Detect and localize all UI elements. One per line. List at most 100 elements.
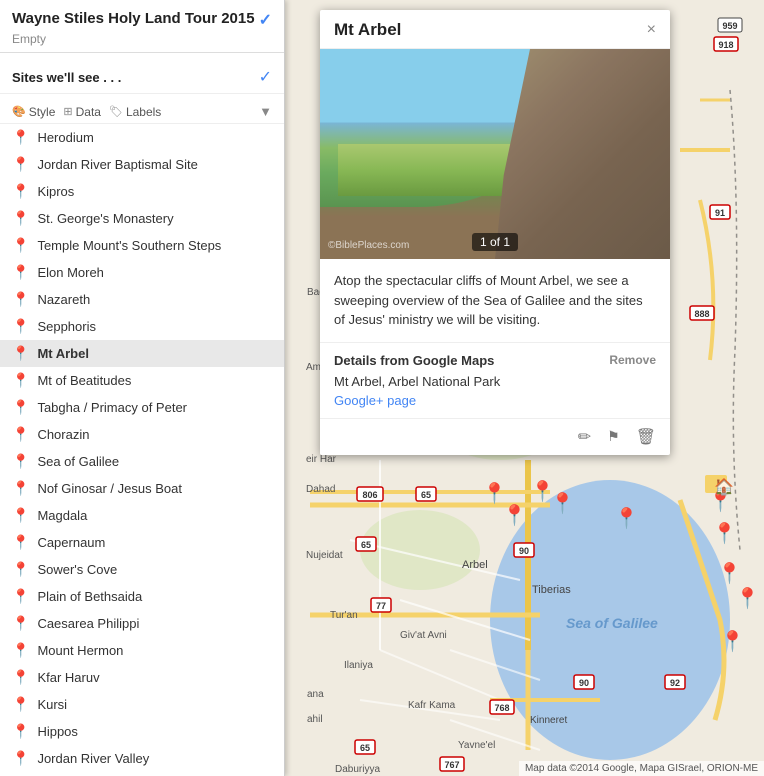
site-name: Mt Arbel [37,346,89,361]
data-control[interactable]: ⊞ Data [63,105,101,119]
site-item[interactable]: 📍Magdala [0,502,284,529]
site-item[interactable]: 📍Capernaum [0,529,284,556]
svg-text:📍: 📍 [550,491,575,515]
site-item[interactable]: 📍Mt Arbel [0,340,284,367]
site-name: Kipros [37,184,74,199]
popup-remove-button[interactable]: Remove [609,353,656,367]
svg-text:90: 90 [519,546,529,556]
site-item[interactable]: 📍 Mount Hermon [0,637,284,664]
pin-icon: 📍 [12,561,29,578]
pin-icon: 📍 [12,264,29,281]
site-item[interactable]: 📍 Nof Ginosar / Jesus Boat [0,475,284,502]
site-name: Sea of Galilee [37,454,119,469]
popup-close-button[interactable]: × [647,22,656,38]
pin-icon: 📍 [12,480,29,497]
popup-details-header: Details from Google Maps Remove [334,353,656,368]
svg-text:959: 959 [722,21,737,31]
labels-control[interactable]: 🏷 Labels [109,105,161,119]
pin-icon: 📍 [12,129,29,146]
site-item[interactable]: 📍Herodium [0,124,284,151]
popup-edit-button[interactable]: ✏ [578,427,591,447]
site-name: Mount Hermon [37,643,123,658]
sites-controls: 🎨 Style ⊞ Data 🏷 Labels ▼ [0,100,284,124]
popup-header: Mt Arbel × [320,10,670,49]
site-item[interactable]: 📍Kursi [0,691,284,718]
site-item[interactable]: 📍Plain of Bethsaida [0,583,284,610]
popup-image [320,49,670,259]
svg-text:ahil: ahil [307,714,323,725]
site-item[interactable]: 📍Nazareth [0,286,284,313]
svg-text:Nujeidat: Nujeidat [306,550,343,561]
svg-text:918: 918 [718,40,733,50]
site-item[interactable]: 📍Chorazin [0,421,284,448]
svg-text:Tur'an: Tur'an [330,610,358,621]
popup-details: Details from Google Maps Remove Mt Arbel… [320,343,670,419]
sites-checkbox[interactable]: ✓ [259,67,272,87]
style-icon: 🎨 [12,105,26,118]
site-item[interactable]: 📍 Elon Moreh [0,259,284,286]
site-name: Magdala [37,508,87,523]
tour-checkbox[interactable]: ✓ [259,10,272,30]
site-item[interactable]: 📍Kipros [0,178,284,205]
pin-icon: 📍 [12,156,29,173]
site-item[interactable]: 📍St. George's Monastery [0,205,284,232]
svg-text:ana: ana [307,689,324,700]
svg-text:Arbel: Arbel [462,559,488,571]
site-item[interactable]: 📍 Sepphoris [0,313,284,340]
popup-image-counter: 1 of 1 [472,233,518,251]
popup-card: Mt Arbel × ©BiblePlaces.com 1 of 1 Atop … [320,10,670,455]
pin-icon: 📍 [12,453,29,470]
svg-text:Giv'at Avni: Giv'at Avni [400,630,447,641]
popup-details-title-text: Details from Google Maps [334,353,494,368]
site-item[interactable]: 📍Kfar Haruv [0,664,284,691]
style-control[interactable]: 🎨 Style [12,105,55,119]
tour-title-text: Wayne Stiles Holy Land Tour 2015 [12,10,255,27]
site-item[interactable]: 📍Tabgha / Primacy of Peter [0,394,284,421]
sites-list: 📍Herodium📍Jordan River Baptismal Site📍Ki… [0,124,284,776]
site-item[interactable]: 📍Temple Mount's Southern Steps [0,232,284,259]
site-item[interactable]: 📍Hippos [0,718,284,745]
controls-expand[interactable]: ▼ [259,104,272,119]
site-name: Mt of Beatitudes [37,373,131,388]
site-item[interactable]: 📍Herod's Palaces in Jericho [0,772,284,776]
site-item[interactable]: 📍Sower's Cove [0,556,284,583]
svg-text:📍: 📍 [717,561,742,585]
svg-text:Ilaniya: Ilaniya [344,660,373,671]
svg-text:767: 767 [444,760,459,770]
svg-text:📍: 📍 [482,481,507,505]
pin-icon: 📍 [12,318,29,335]
site-item[interactable]: 📍Jordan River Valley [0,745,284,772]
site-name: Capernaum [37,535,105,550]
svg-text:📍: 📍 [712,521,737,545]
svg-text:65: 65 [360,743,370,753]
pin-icon: 📍 [12,723,29,740]
pin-icon: 📍 [12,399,29,416]
svg-text:🏠: 🏠 [714,478,734,496]
svg-text:77: 77 [376,601,386,611]
svg-text:806: 806 [362,490,377,500]
popup-flag-button[interactable]: ⚑ [607,428,620,445]
pin-icon: 📍 [12,615,29,632]
pin-icon: 📍 [12,291,29,308]
sites-section-title: Sites we'll see . . . [12,70,121,85]
svg-text:eir Har: eir Har [306,454,337,465]
svg-text:90: 90 [579,678,589,688]
site-item[interactable]: 📍Jordan River Baptismal Site [0,151,284,178]
popup-delete-button[interactable]: 🗑 [636,427,656,447]
tour-title-container: Wayne Stiles Holy Land Tour 2015 ✓ [12,10,272,30]
site-item[interactable]: 📍 Mt of Beatitudes [0,367,284,394]
site-name: St. George's Monastery [37,211,173,226]
popup-actions: ✏ ⚑ 🗑 [320,419,670,455]
pin-icon: 📍 [12,372,29,389]
svg-text:📍: 📍 [614,506,639,530]
popup-google-plus-link[interactable]: Google+ page [334,393,416,408]
labels-label: Labels [126,105,161,119]
popup-image-container: ©BiblePlaces.com 1 of 1 [320,49,670,259]
site-name: Elon Moreh [37,265,103,280]
site-name: Sepphoris [37,319,96,334]
site-item[interactable]: 📍 Sea of Galilee [0,448,284,475]
site-name: Nof Ginosar / Jesus Boat [37,481,182,496]
tour-subtitle: Empty [12,32,272,46]
site-item[interactable]: 📍Caesarea Philippi [0,610,284,637]
pin-icon: 📍 [12,642,29,659]
